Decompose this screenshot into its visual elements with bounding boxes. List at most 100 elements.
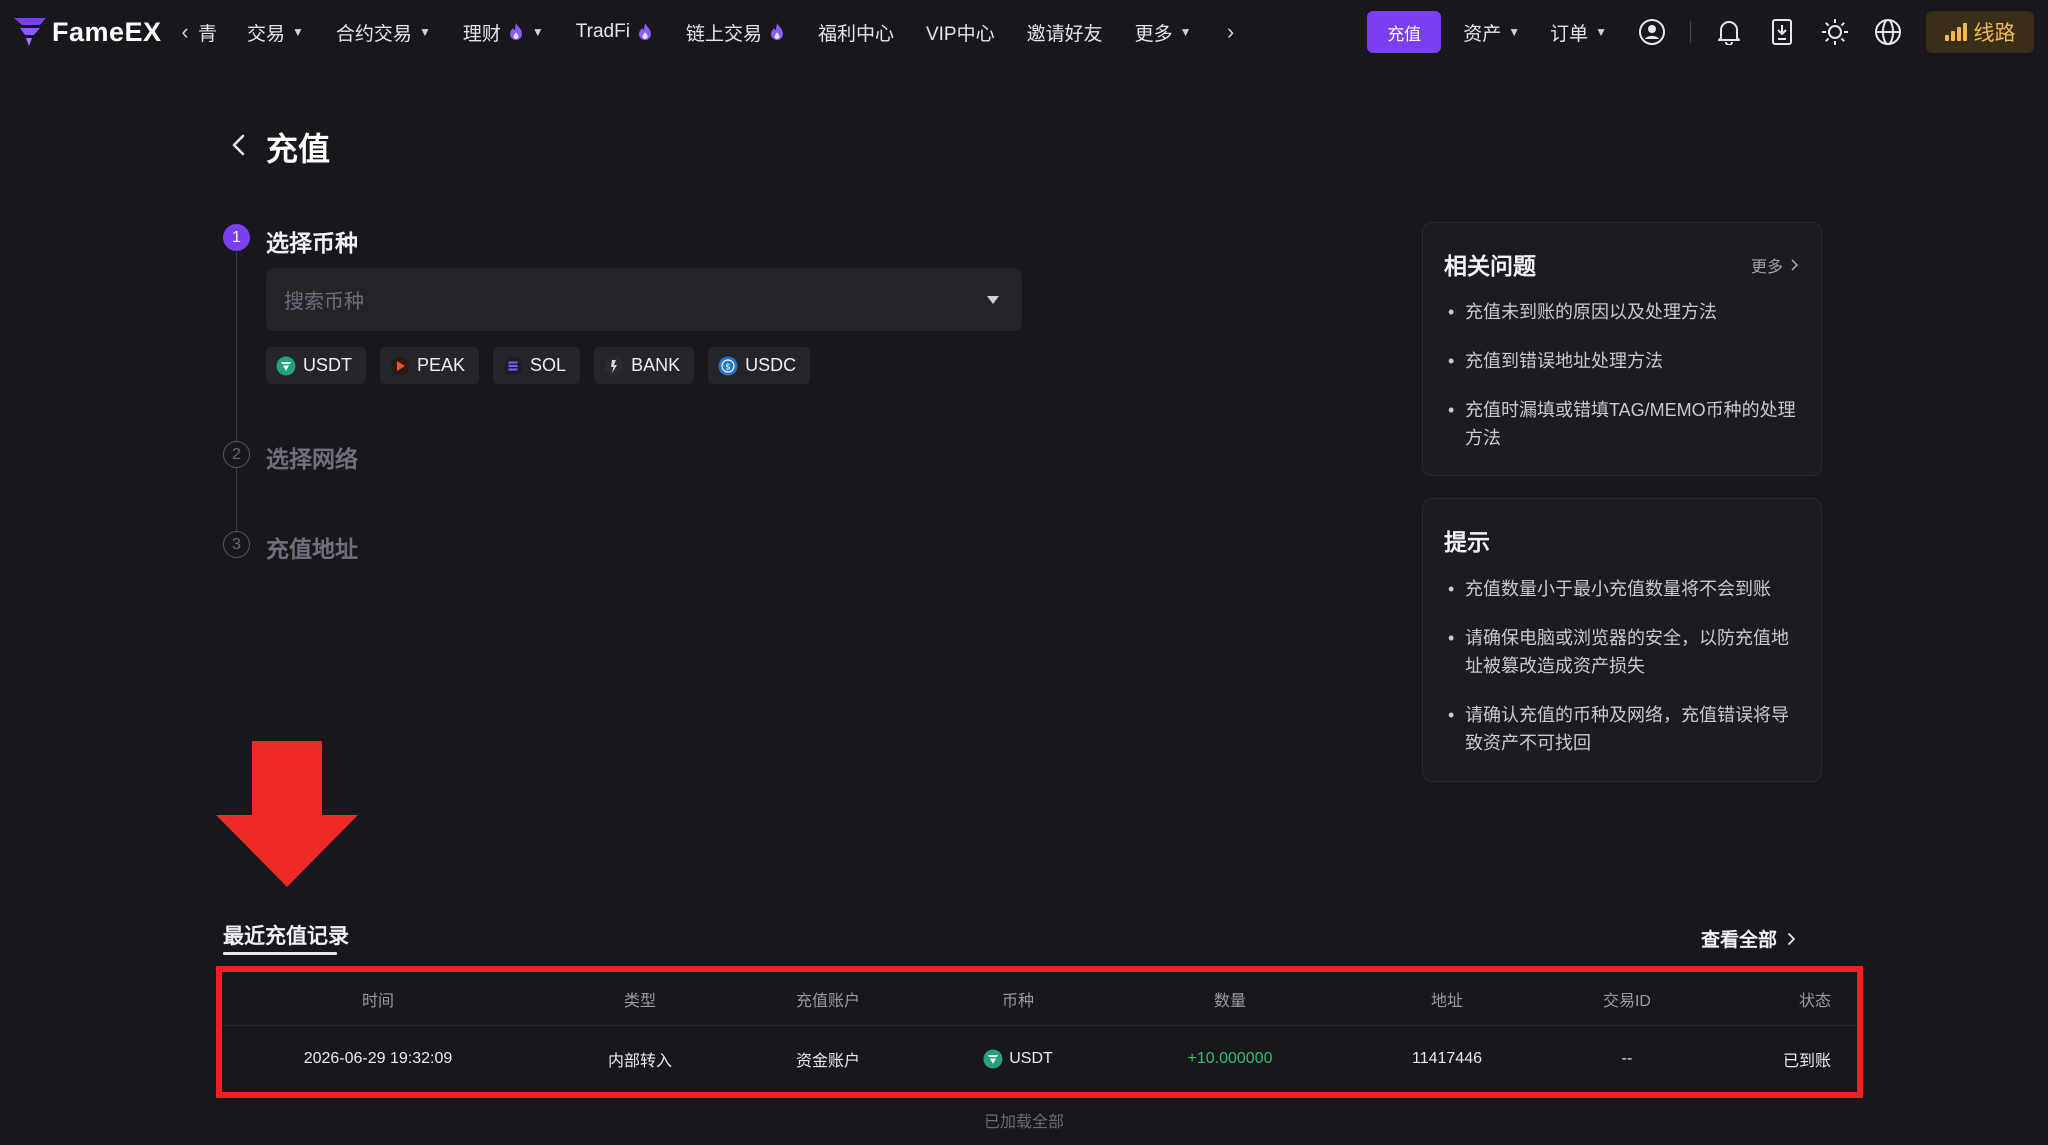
globe-icon[interactable] <box>1873 17 1903 47</box>
coin-chip-label: BANK <box>631 355 681 375</box>
nav-item-3[interactable]: TradFi <box>576 21 654 43</box>
faq-title: 相关问题 <box>1444 253 1536 279</box>
deposit-button[interactable]: 充值 <box>1367 11 1442 53</box>
nav-item-label: 福利中心 <box>817 23 894 45</box>
step-1-title: 选择币种 <box>266 230 358 256</box>
column-header-coin: 币种 <box>1001 992 1034 1010</box>
nav-item-label: 交易 <box>247 23 286 45</box>
step-3-title: 充值地址 <box>266 536 358 562</box>
coin-chip-usdt[interactable]: USDT <box>266 347 366 384</box>
nav-item-label: 理财 <box>462 23 501 45</box>
column-header-txid: 交易ID <box>1602 992 1651 1010</box>
back-arrow-icon[interactable] <box>224 130 254 160</box>
faq-item[interactable]: 充值时漏填或错填TAG/MEMO币种的处理方法 <box>1445 396 1805 452</box>
nav-menu: 交易 ▼ 合约交易 ▼ 理财 ▼ TradFi 链上交易 福利中心 VIP中心 邀请好友 更多 ▼ <box>247 0 1224 64</box>
faq-more-label: 更多 <box>1750 259 1783 276</box>
coin-chip-label: SOL <box>530 355 567 375</box>
cell-amount-value: +10.000000 <box>1187 1050 1273 1067</box>
bank-icon <box>604 356 624 376</box>
page-title: 充值 <box>266 131 331 167</box>
nav-item-4[interactable]: 链上交易 <box>686 19 786 46</box>
nav-item-6[interactable]: VIP中心 <box>926 19 995 46</box>
usdt-icon <box>276 356 296 376</box>
coin-chip-label: PEAK <box>417 355 466 375</box>
nav-divider <box>1690 21 1691 43</box>
signal-icon <box>1944 23 1969 41</box>
step-2-number: 2 <box>223 441 250 468</box>
chevron-down-icon: ▼ <box>1179 25 1192 39</box>
nav-item-label: 更多 <box>1134 23 1173 45</box>
tips-list: 充值数量小于最小充值数量将不会到账请确保电脑或浏览器的安全，以防充值地址被篡改造… <box>1445 575 1805 778</box>
bell-icon[interactable] <box>1714 17 1744 47</box>
step-connector-line <box>236 252 237 542</box>
red-arrow-annotation-icon <box>216 741 358 887</box>
cell-account-value: 资金账户 <box>795 1053 860 1070</box>
cell-address-value: 11417446 <box>1412 1050 1482 1067</box>
route-button[interactable]: 线路 <box>1926 11 2034 53</box>
faq-card: 相关问题 更多 充值未到账的原因以及处理方法充值到错误地址处理方法充值时漏填或错… <box>1422 222 1822 476</box>
chevron-down-icon: ▼ <box>418 25 431 39</box>
svg-text:$: $ <box>725 362 731 372</box>
quick-coin-list: USDT PEAK SOL BANK $ USDC <box>266 347 824 384</box>
tips-item: 请确认充值的币种及网络，充值错误将导致资产不可找回 <box>1445 701 1805 757</box>
nav-item-partial[interactable]: 青 <box>198 19 217 46</box>
step-1-number: 1 <box>223 224 250 251</box>
coin-chip-usdc[interactable]: $ USDC <box>708 347 811 384</box>
cell-coin-value: USDT <box>1009 1050 1053 1067</box>
fire-hot-icon <box>638 23 651 40</box>
view-all-link[interactable]: 查看全部 <box>1701 925 1796 952</box>
table-row[interactable]: 2026-06-29 19:32:09 内部转入 资金账户 USDT +10.00000… <box>222 1026 1857 1092</box>
nav-orders-label: 订单 <box>1550 23 1589 45</box>
coin-search-select[interactable]: 搜索币种 <box>266 268 1022 331</box>
chevron-down-icon: ▼ <box>1508 25 1521 39</box>
nav-assets[interactable]: 资产 ▼ <box>1463 19 1520 46</box>
coin-chip-label: USDT <box>303 355 352 375</box>
recent-deposits-tab[interactable]: 最近充值记录 <box>223 920 349 950</box>
cell-type: 内部转入 <box>560 1026 720 1092</box>
cell-txid-value: -- <box>1621 1050 1633 1067</box>
download-app-icon[interactable] <box>1767 17 1797 47</box>
coin-chip-bank[interactable]: BANK <box>594 347 695 384</box>
nav-item-2[interactable]: 理财 ▼ <box>463 19 544 46</box>
nav-assets-label: 资产 <box>1463 23 1502 45</box>
top-navigation: FameEX ‹ 青 交易 ▼ 合约交易 ▼ 理财 ▼ TradFi 链上交易 福利中心 VIP中… <box>0 0 2048 64</box>
dropdown-caret-icon[interactable] <box>986 295 1000 305</box>
nav-item-0[interactable]: 交易 ▼ <box>247 19 304 46</box>
deposit-records-table: 时间 类型 充值账户 币种 数量 地址 交易ID 状态 2026-06-29 19:32:09… <box>216 966 1863 1098</box>
cell-address: 11417446 <box>1347 1026 1547 1092</box>
nav-item-8[interactable]: 更多 ▼ <box>1135 19 1192 46</box>
chevron-down-icon: ▼ <box>1595 25 1607 39</box>
nav-orders[interactable]: 订单 ▼ <box>1550 19 1607 46</box>
view-all-label: 查看全部 <box>1700 930 1777 951</box>
user-icon[interactable] <box>1637 17 1667 47</box>
usdc-icon: $ <box>718 356 738 376</box>
column-header-time: 时间 <box>361 992 394 1010</box>
coin-chip-peak[interactable]: PEAK <box>380 347 480 384</box>
tips-title: 提示 <box>1444 529 1490 555</box>
nav-item-5[interactable]: 福利中心 <box>818 19 894 46</box>
cell-account: 资金账户 <box>738 1026 918 1092</box>
theme-sun-icon[interactable] <box>1820 17 1850 47</box>
nav-item-7[interactable]: 邀请好友 <box>1027 19 1103 46</box>
nav-scroll-right-icon[interactable]: › <box>1218 19 1244 45</box>
chevron-right-icon <box>1791 259 1799 271</box>
cell-time: 2026-06-29 19:32:09 <box>228 1026 528 1092</box>
chevron-down-icon: ▼ <box>292 25 304 39</box>
nav-item-1[interactable]: 合约交易 ▼ <box>336 19 431 46</box>
coin-chip-sol[interactable]: SOL <box>493 347 581 384</box>
nav-item-label: VIP中心 <box>925 23 995 45</box>
faq-more-link[interactable]: 更多 <box>1751 253 1799 277</box>
fire-hot-icon <box>770 23 783 40</box>
tips-item: 请确保电脑或浏览器的安全，以防充值地址被篡改造成资产损失 <box>1445 624 1805 680</box>
nav-item-label: 邀请好友 <box>1026 23 1103 45</box>
tips-card: 提示 充值数量小于最小充值数量将不会到账请确保电脑或浏览器的安全，以防充值地址被… <box>1422 498 1822 782</box>
step-3-number: 3 <box>223 531 250 558</box>
brand-logo[interactable]: FameEX <box>12 16 172 48</box>
nav-scroll-left-icon[interactable]: ‹ <box>172 19 198 45</box>
faq-item[interactable]: 充值到错误地址处理方法 <box>1445 347 1805 375</box>
faq-item[interactable]: 充值未到账的原因以及处理方法 <box>1445 298 1805 326</box>
nav-right-group: 充值 资产 ▼ 订单 ▼ 线路 <box>1367 0 2048 64</box>
cell-txid: -- <box>1547 1026 1707 1092</box>
coin-chip-label: USDC <box>745 355 797 375</box>
brand-name: FameEX <box>52 16 162 47</box>
